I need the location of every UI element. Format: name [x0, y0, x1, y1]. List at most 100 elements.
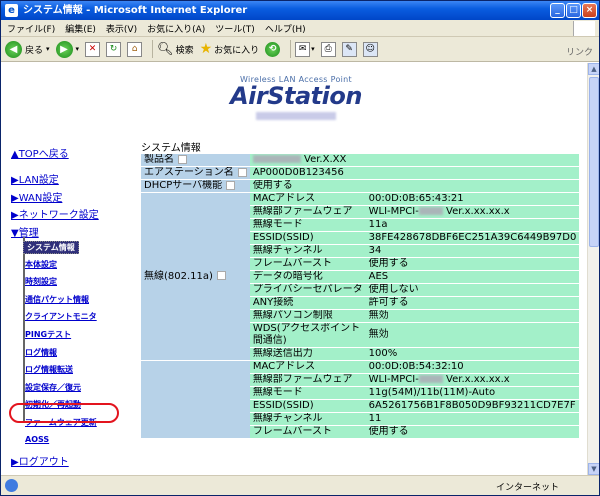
field-value: 使用しない	[365, 284, 580, 296]
nav-packet-info[interactable]: 通信パケット情報	[25, 294, 89, 305]
field-label: ESSID(SSID)	[249, 232, 366, 244]
field-label: フレームバースト	[249, 258, 366, 270]
field-value: 38FE428678DBF6EC251A39C6449B97D0	[365, 232, 580, 244]
close-button[interactable]: ×	[582, 3, 597, 18]
menu-view[interactable]: 表示(V)	[106, 22, 137, 35]
nav-system-info[interactable]: システム情報	[23, 241, 79, 254]
forward-button[interactable]: ▶ ▾	[55, 40, 80, 58]
nav-ping-test[interactable]: PINGテスト	[25, 329, 71, 340]
airstation-logo: Wireless LAN Access Point AirStation	[221, 75, 371, 127]
dhcp-label: DHCPサーバ機能	[144, 180, 223, 191]
favorites-label: お気に入り	[214, 45, 260, 56]
maximize-button[interactable]: □	[566, 3, 581, 18]
dropdown-icon[interactable]: ▾	[76, 45, 80, 53]
nav-top[interactable]: ▲TOPへ戻る	[11, 145, 69, 160]
field-value: 11g(54M)/11b(11M)-Auto	[365, 387, 580, 399]
menu-help[interactable]: ヘルプ(H)	[265, 22, 306, 35]
nav-save-restore[interactable]: 設定保存／復元	[25, 382, 81, 393]
dropdown-icon[interactable]: ▾	[311, 45, 315, 53]
logo-name: AirStation	[230, 82, 362, 110]
nav-logout[interactable]: ▶ログアウト	[11, 453, 69, 468]
nav-unit-settings[interactable]: 本体設定	[25, 259, 57, 270]
edit-icon[interactable]: ✎	[341, 41, 357, 57]
nav-time-settings[interactable]: 時刻設定	[25, 276, 57, 287]
search-icon: 🔍︎	[157, 41, 174, 57]
title-bar: e システム情報 - Microsoft Internet Explorer _…	[1, 1, 599, 20]
field-value: 100%	[365, 348, 580, 360]
field-value: 00:0D:0B:54:32:10	[365, 361, 580, 373]
field-label: ESSID(SSID)	[249, 400, 366, 412]
field-value: AES	[365, 271, 580, 283]
field-value: 6A5261756B1F8B050D9BF93211CD7E7F	[365, 400, 580, 412]
menu-favorites[interactable]: お気に入り(A)	[147, 22, 205, 35]
field-label: 無線チャンネル	[249, 413, 366, 425]
menu-edit[interactable]: 編集(E)	[65, 22, 96, 35]
field-label: ANY接続	[249, 297, 366, 309]
back-label: 戻る	[25, 45, 44, 56]
ie-icon: e	[5, 4, 18, 17]
field-value: 00:0D:0B:65:43:21	[365, 193, 580, 205]
favorites-button[interactable]: ★ お気に入り	[200, 41, 260, 57]
field-value: 11a	[365, 219, 580, 231]
scroll-down-icon[interactable]: ▼	[588, 463, 599, 475]
nav-wan[interactable]: ▶WAN設定	[11, 189, 62, 204]
nav-log-info[interactable]: ログ情報	[25, 347, 57, 358]
field-label: プライバシーセパレータ	[249, 284, 366, 296]
help-icon[interactable]	[178, 154, 187, 164]
table-row: 製品名 Ver.X.XX	[141, 154, 580, 166]
nav-client-monitor[interactable]: クライアントモニタ	[25, 311, 97, 322]
field-value: WLI-MPCI-	[368, 374, 419, 385]
field-label: WDS(アクセスポイント間通信)	[249, 323, 366, 347]
dropdown-icon[interactable]: ▾	[46, 45, 50, 53]
field-value: 許可する	[365, 297, 580, 309]
field-label: 無線チャンネル	[249, 245, 366, 257]
blurred-model	[418, 207, 443, 215]
wireless-label: 無線(802.11a)	[144, 270, 213, 282]
field-label: データの暗号化	[249, 271, 366, 283]
history-icon[interactable]: ⟲	[265, 41, 281, 57]
toolbar-separator	[290, 40, 292, 58]
field-label: MACアドレス	[249, 361, 366, 373]
help-icon[interactable]	[216, 271, 226, 280]
field-label: 無線部ファームウェア	[249, 374, 366, 386]
vertical-scrollbar[interactable]: ▲ ▼	[587, 63, 599, 475]
table-row: エアステーション名 AP000D0B123456	[141, 167, 580, 179]
print-icon[interactable]: ⎙	[320, 41, 336, 57]
minimize-button[interactable]: _	[550, 3, 565, 18]
window-title: システム情報 - Microsoft Internet Explorer	[23, 5, 248, 16]
help-icon[interactable]	[226, 180, 236, 190]
links-label[interactable]: リンク	[566, 45, 593, 58]
menu-tools[interactable]: ツール(T)	[215, 22, 255, 35]
field-label: 無線モード	[249, 219, 366, 231]
toolbar: ◀ 戻る ▾ ▶ ▾ ✕ ↻ ⌂ 🔍︎ 検索 ★ お気に入り ⟲ ✉ ▾ ⎙ ✎ …	[1, 37, 599, 62]
field-value: 34	[365, 245, 580, 257]
field-value: 11	[365, 413, 580, 425]
nav-lan[interactable]: ▶LAN設定	[11, 171, 59, 186]
stop-icon[interactable]: ✕	[85, 41, 101, 57]
product-value: Ver.X.XX	[304, 154, 347, 165]
messenger-icon[interactable]: ☺	[362, 41, 378, 57]
field-label: 無線パソコン制限	[249, 310, 366, 322]
home-icon[interactable]: ⌂	[127, 41, 143, 57]
ssid-label: エアステーション名	[144, 167, 234, 178]
refresh-icon[interactable]: ↻	[106, 41, 122, 57]
search-button[interactable]: 🔍︎ 検索	[157, 42, 194, 57]
toolbar-separator	[152, 40, 154, 58]
dhcp-value: 使用する	[249, 180, 580, 192]
mail-icon[interactable]: ✉	[295, 41, 311, 57]
nav-network[interactable]: ▶ネットワーク設定	[11, 206, 99, 221]
nav-log-transfer[interactable]: ログ情報転送	[25, 364, 73, 375]
highlight-oval	[9, 403, 119, 423]
scroll-up-icon[interactable]: ▲	[588, 63, 599, 75]
back-button[interactable]: ◀ 戻る ▾	[5, 40, 50, 58]
nav-aoss[interactable]: AOSS	[25, 435, 49, 444]
help-icon[interactable]	[237, 167, 247, 177]
menu-file[interactable]: ファイル(F)	[7, 22, 55, 35]
star-icon: ★	[199, 41, 213, 57]
forward-arrow-icon: ▶	[55, 40, 73, 58]
scroll-thumb[interactable]	[589, 77, 599, 247]
field-value: 使用する	[365, 426, 580, 438]
field-label: 無線部ファームウェア	[249, 206, 366, 218]
page-title: システム情報	[141, 143, 201, 154]
table-row: DHCPサーバ機能 使用する	[141, 180, 580, 192]
